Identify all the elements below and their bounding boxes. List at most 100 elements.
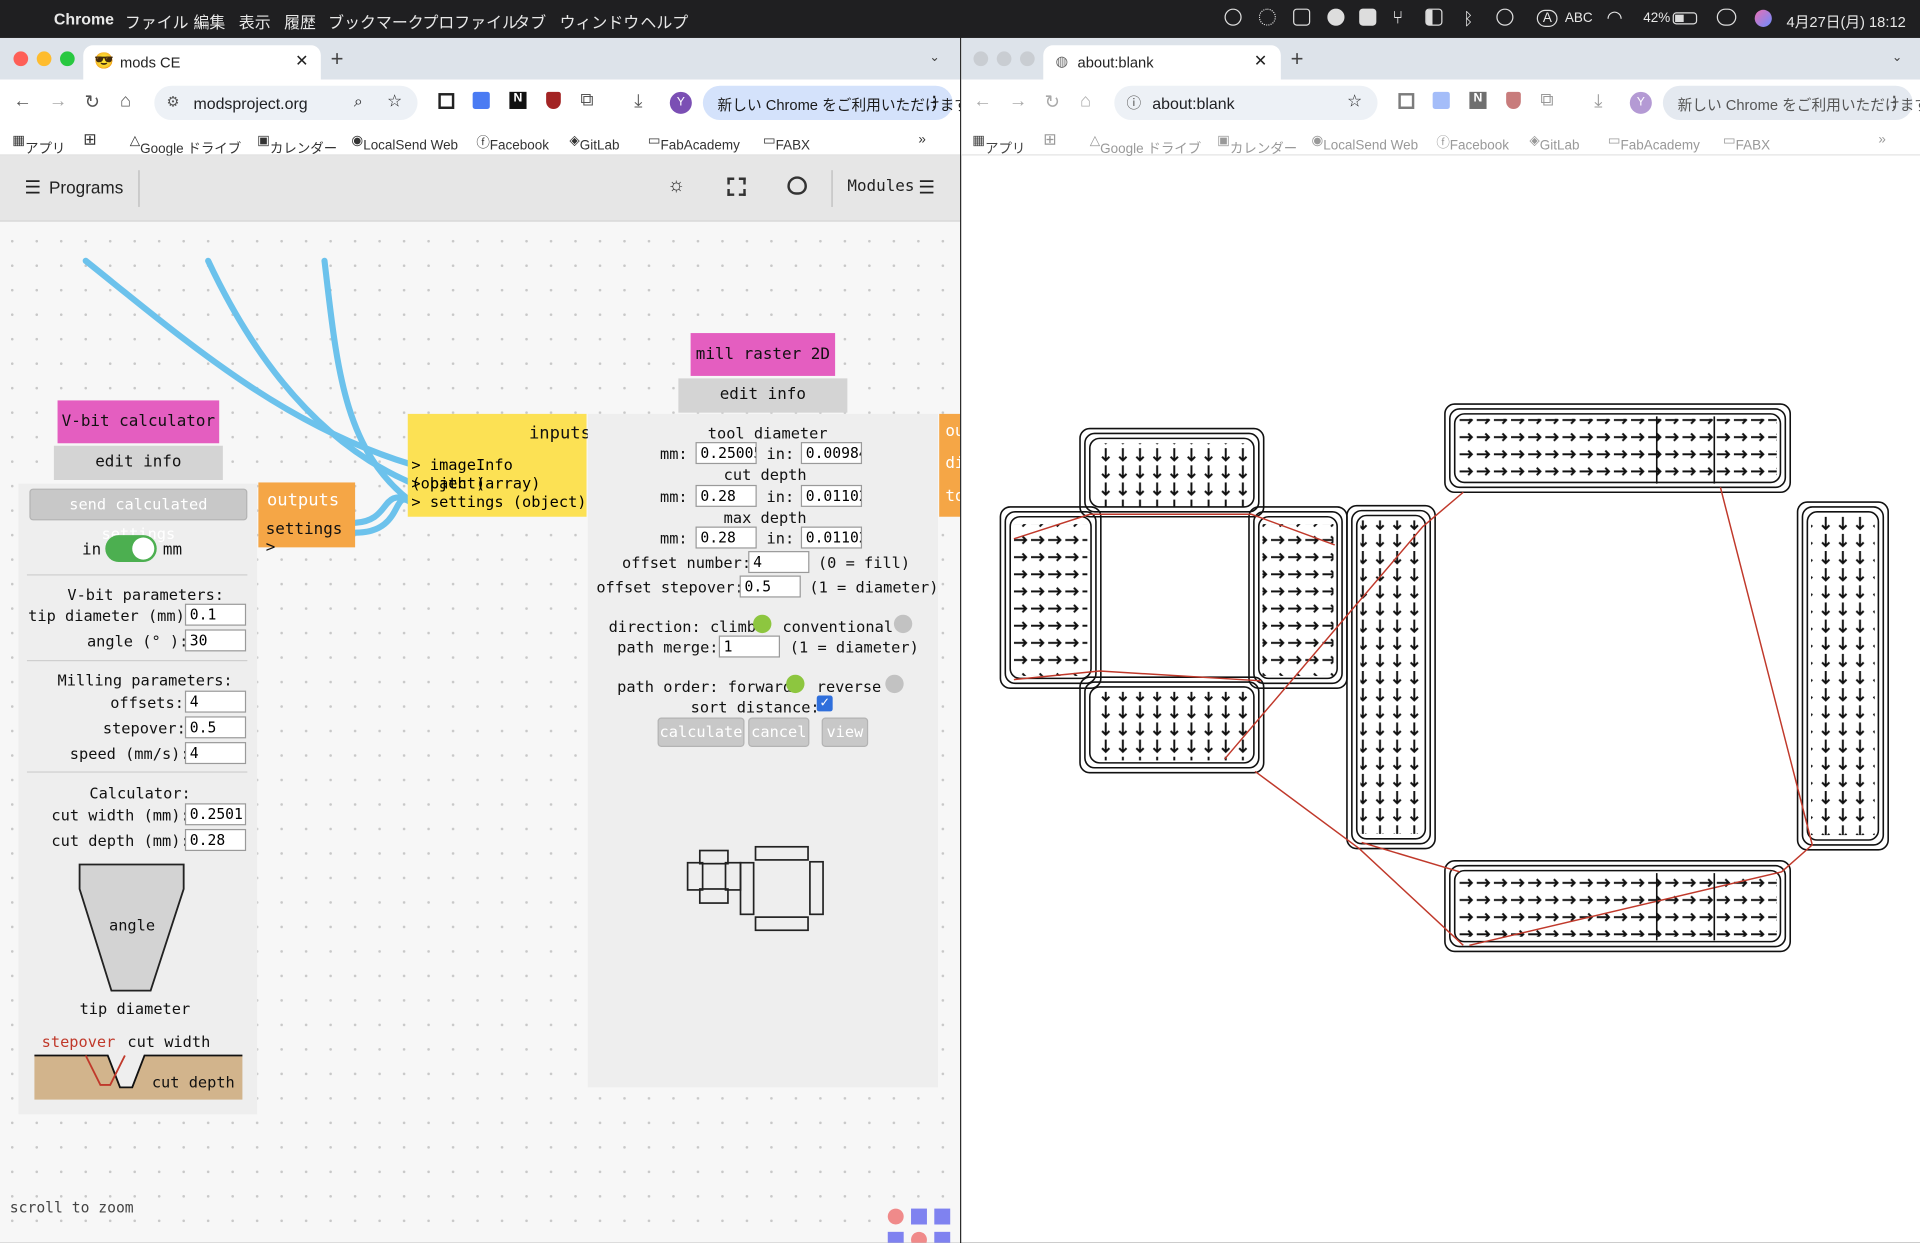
download-icon[interactable]: ⤓ [1594,91,1602,112]
menu-tab[interactable]: タブ [514,10,546,33]
tab-close-icon[interactable]: ✕ [295,51,308,71]
address-bar[interactable]: ⚙ modsproject.org ⌕ ☆ [154,85,418,121]
menu-view[interactable]: 表示 [239,10,271,33]
view-button[interactable]: view [821,717,869,747]
menu-window[interactable]: ウィンドウ [560,10,640,33]
tool-diameter-mm-input[interactable]: 0.25005 [695,442,757,465]
sync-icon[interactable] [1224,8,1242,26]
extension-screen-icon[interactable] [1398,93,1415,109]
back-icon[interactable]: ← [973,91,991,112]
fork-icon[interactable]: ⑂ [1392,7,1403,28]
drive-icon[interactable] [1359,8,1377,26]
close-window-button[interactable] [973,51,989,67]
minimize-window-button[interactable] [996,51,1012,67]
extension-notion-icon[interactable]: N [1469,91,1487,109]
menubar-app-name[interactable]: Chrome [54,10,114,28]
extension-shield-icon[interactable] [1506,91,1521,109]
reload-icon[interactable]: ↻ [1044,91,1059,113]
units-toggle[interactable] [105,535,157,563]
bookmarks-overflow-icon[interactable]: » [918,132,926,147]
stepover-input[interactable]: 0.5 [184,716,247,739]
input-path[interactable]: > path (array) [411,474,540,492]
outputs-settings[interactable]: settings > [266,520,355,557]
bookmark-apps[interactable]: ▦ アプリ [972,132,1025,156]
calculate-button[interactable]: calculate [657,717,745,747]
site-info-icon[interactable]: ⚙ [167,93,180,110]
vbit-edit-info-collapse[interactable]: edit info collapse [53,445,223,506]
sort-distance-checkbox[interactable]: ✓ [816,695,833,712]
extensions-puzzle-icon[interactable]: ⧉ [1540,89,1553,110]
chrome-update-button[interactable]: 新しい Chrome をご利用いただけます ⋮ [1662,85,1920,121]
send-calculated-settings-button[interactable]: send calculated settings [29,488,248,542]
bookmark-gitlab[interactable]: ◈ GitLab [569,132,619,153]
bookmark-star-icon[interactable]: ☆ [387,91,402,112]
bookmark-localsend[interactable]: ◉ LocalSend Web [351,132,458,153]
input-icon[interactable]: A [1536,9,1558,27]
menu-edit[interactable]: 編集 [193,10,225,33]
home-icon[interactable]: ⌂ [1080,91,1091,112]
menu-file[interactable]: ファイル [125,10,189,33]
speed-input[interactable]: 4 [184,742,247,765]
cut-width-output[interactable]: 0.2501 [184,803,247,826]
address-bar[interactable]: ⓘ about:blank ☆ [1114,85,1378,121]
airplay-icon[interactable] [1258,8,1276,26]
menu-bookmarks[interactable]: ブックマーク [328,10,424,33]
extension-notion-icon[interactable]: N [509,91,527,109]
download-icon[interactable]: ⤓ [634,91,642,112]
zip-icon[interactable] [1327,8,1345,26]
back-icon[interactable]: ← [13,91,31,112]
bookmark-fabacademy[interactable]: ▭ FabAcademy [1608,132,1700,153]
reload-icon[interactable]: ↻ [84,91,99,113]
zoom-window-button[interactable] [60,51,75,67]
offset-stepover-input[interactable]: 0.5 [739,575,801,598]
forward-icon[interactable]: → [49,91,67,112]
emoji-icon[interactable] [1496,8,1514,26]
climb-radio[interactable] [753,614,772,634]
mill-inputs-port[interactable]: inputs > imageInfo (object) > path (arra… [407,413,591,517]
bookmark-google-drive[interactable]: △ Google ドライブ [1090,132,1201,156]
extension-translate-icon[interactable] [472,91,490,109]
kebab-menu-icon[interactable]: ⋮ [1887,93,1902,110]
cut-depth-mm-input[interactable]: 0.28 [695,484,757,507]
new-tab-button[interactable]: + [331,47,344,73]
new-tab-button[interactable]: + [1291,47,1304,73]
input-settings[interactable]: > settings (object) [411,492,586,510]
max-depth-in-input[interactable]: 0.01102 [800,526,863,549]
menu-profile[interactable]: プロファイル [422,10,518,33]
home-icon[interactable]: ⌂ [120,91,131,112]
extension-shield-icon[interactable] [546,91,561,109]
angle-input[interactable]: 30 [184,629,247,652]
tip-diameter-input[interactable]: 0.1 [184,603,247,626]
tab-groups-icon[interactable]: ⊞ [83,130,96,150]
max-depth-mm-input[interactable]: 0.28 [695,526,757,549]
chrome-update-button[interactable]: 新しい Chrome をご利用いただけます ⋮ [702,85,960,121]
info-icon[interactable]: ⓘ [1127,92,1142,113]
mill-edit-info-collapse[interactable]: edit info collapse [678,378,848,438]
bookmark-localsend[interactable]: ◉ LocalSend Web [1311,132,1418,153]
path-merge-input[interactable]: 1 [718,635,781,658]
battery-icon[interactable] [1672,12,1698,25]
vbit-outputs-port[interactable]: outputs settings > [258,482,356,557]
forward-radio[interactable] [786,674,805,694]
extension-screen-icon[interactable] [438,93,455,109]
extensions-puzzle-icon[interactable]: ⧉ [580,89,593,110]
offsets-input[interactable]: 4 [184,690,247,713]
bookmark-calendar[interactable]: ▣ カレンダー [257,132,337,156]
mill-module-title[interactable]: mill raster 2D [690,333,836,376]
toolpath-view[interactable] [961,156,1920,1243]
bookmark-google-drive[interactable]: △ Google ドライブ [130,132,241,156]
reverse-radio[interactable] [885,674,904,694]
next-module-outputs-partial[interactable]: ou di to [939,413,961,517]
panel-icon[interactable] [1425,8,1443,26]
cancel-button[interactable]: cancel [748,717,810,747]
bookmarks-overflow-icon[interactable]: » [1878,132,1886,147]
cut-depth-output[interactable]: 0.28 [184,828,247,852]
forward-icon[interactable]: → [1009,91,1027,112]
minimize-window-button[interactable] [36,51,52,67]
tab-about-blank[interactable]: ◍ about:blank ✕ [1043,45,1281,80]
mods-canvas[interactable]: ☰ Programs ☼ Modules ☰ V-bit calculator … [0,155,961,1243]
bookmark-fabacademy[interactable]: ▭ FabAcademy [648,132,740,153]
close-window-button[interactable] [13,51,29,67]
screen-icon[interactable] [1293,8,1311,26]
offset-number-input[interactable]: 4 [748,551,810,574]
